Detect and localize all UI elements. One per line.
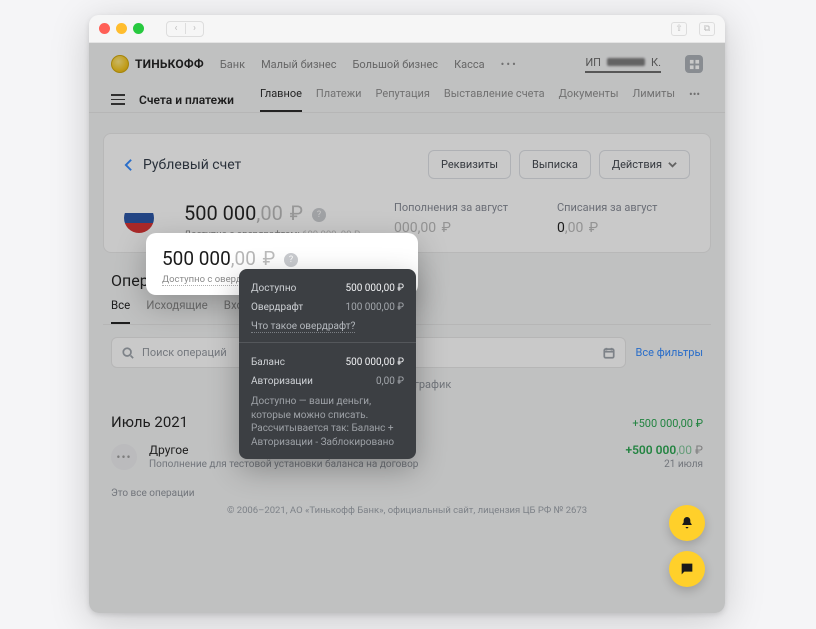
optab-all[interactable]: Все	[111, 298, 130, 324]
top-nav-item[interactable]: Большой бизнес	[353, 58, 439, 71]
end-line: Это все операции	[111, 488, 703, 499]
share-icon[interactable]: ⇧	[671, 22, 687, 36]
top-nav-item[interactable]: Банк	[220, 58, 245, 71]
nav-forward[interactable]: ›	[185, 23, 203, 34]
tab-main[interactable]: Главное	[260, 87, 302, 112]
chat-icon	[679, 561, 695, 577]
top-nav: Банк Малый бизнес Большой бизнес Касса •…	[220, 58, 518, 71]
requisites-button[interactable]: Реквизиты	[428, 150, 511, 179]
calendar-icon	[603, 347, 615, 359]
account-name: Рублевый счет	[143, 157, 241, 173]
titlebar: ‹ › ⇧ ⧉	[89, 15, 725, 43]
logo-icon	[111, 55, 129, 73]
month-total: +500 000,00 ₽	[632, 417, 703, 430]
section-header: Счета и платежи Главное Платежи Репутаци…	[89, 81, 725, 113]
footer-text: © 2006–2021, АО «Тинькофф Банк», официал…	[111, 505, 703, 516]
nav-back[interactable]: ‹	[167, 23, 185, 34]
window-close[interactable]	[99, 23, 110, 34]
tab-docs[interactable]: Документы	[559, 87, 619, 112]
balance-value: 500 000,00 ₽ ?	[184, 201, 364, 225]
menu-icon[interactable]	[111, 94, 125, 105]
search-ph: Поиск операций	[142, 346, 227, 359]
nav-arrows: ‹ ›	[166, 21, 204, 37]
tooltip-note: Доступно — ваши деньги, которые можно сп…	[251, 395, 404, 449]
section-tabs: Главное Платежи Репутация Выставление сч…	[260, 87, 675, 112]
op-icon: •••	[111, 444, 137, 470]
fab-chat[interactable]	[669, 551, 705, 587]
user-chip[interactable]: ИП К.	[585, 56, 661, 73]
page: ТИНЬКОФФ Банк Малый бизнес Большой бизне…	[89, 43, 725, 613]
balance-tooltip: Доступно500 000,00 ₽ Овердрафт100 000,00…	[239, 269, 416, 459]
optab-out[interactable]: Исходящие	[146, 298, 207, 324]
tab-limits[interactable]: Лимиты	[633, 87, 675, 112]
statement-button[interactable]: Выписка	[519, 150, 591, 179]
brand-name: ТИНЬКОФФ	[135, 57, 204, 71]
user-suffix: К.	[651, 56, 661, 69]
search-icon	[122, 347, 134, 359]
more-icon[interactable]: •••	[501, 58, 518, 71]
help-icon[interactable]: ?	[312, 208, 326, 222]
overdraft-help-link[interactable]: Что такое овердрафт?	[251, 321, 355, 333]
user-prefix: ИП	[585, 56, 601, 69]
op-date: 21 июля	[625, 459, 703, 470]
app-window: ‹ › ⇧ ⧉ ТИНЬКОФФ Банк Малый бизнес Больш…	[89, 15, 725, 613]
global-header: ТИНЬКОФФ Банк Малый бизнес Большой бизне…	[89, 43, 725, 81]
actions-button[interactable]: Действия	[599, 150, 690, 179]
apps-icon[interactable]	[685, 55, 703, 73]
balance-card-value: 500 000,00 ₽ ?	[162, 247, 402, 270]
tabs-icon[interactable]: ⧉	[699, 22, 715, 36]
brand-logo[interactable]: ТИНЬКОФФ	[111, 55, 204, 73]
chevron-down-icon	[668, 160, 677, 169]
bell-icon	[679, 515, 695, 531]
tab-invoice[interactable]: Выставление счета	[444, 87, 545, 112]
section-title: Счета и платежи	[139, 93, 234, 107]
top-nav-item[interactable]: Малый бизнес	[261, 58, 336, 71]
window-min[interactable]	[116, 23, 127, 34]
back-link[interactable]: Рублевый счет	[124, 157, 241, 173]
op-amount: +500 000,00 ₽	[625, 443, 703, 457]
all-filters-link[interactable]: Все фильтры	[636, 346, 703, 359]
tab-payments[interactable]: Платежи	[316, 87, 362, 112]
op-desc: Пополнение для тестовой установки баланс…	[149, 459, 613, 470]
chevron-left-icon	[124, 158, 133, 172]
tab-reputation[interactable]: Репутация	[376, 87, 430, 112]
more-tabs-icon[interactable]: •••	[689, 88, 700, 111]
window-max[interactable]	[133, 23, 144, 34]
month-title: Июль 2021	[111, 413, 188, 431]
user-name-blur	[607, 58, 645, 66]
fab-notifications[interactable]	[669, 505, 705, 541]
outflow-col: Списания за август 0,00 ₽	[557, 201, 690, 240]
currency-icon	[124, 203, 154, 233]
help-icon[interactable]: ?	[284, 253, 298, 267]
top-nav-item[interactable]: Касса	[454, 58, 485, 71]
